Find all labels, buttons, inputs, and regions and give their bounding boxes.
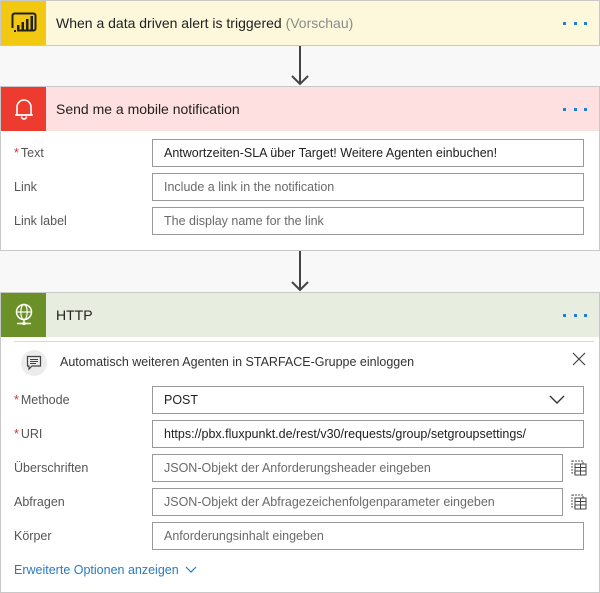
method-value: POST: [164, 393, 199, 407]
trigger-more-button[interactable]: [563, 15, 587, 31]
text-label: * Text: [14, 146, 44, 160]
flow-arrow-icon: [290, 46, 310, 86]
headers-field-row: Überschriften JSON-Objekt der Anforderun…: [1, 454, 599, 482]
uri-input[interactable]: https://pbx.fluxpunkt.de/rest/v30/reques…: [152, 420, 584, 448]
body-input[interactable]: Anforderungsinhalt eingeben: [152, 522, 584, 550]
queries-input[interactable]: JSON-Objekt der Abfragezeichenfolgenpara…: [152, 488, 563, 516]
queries-label: Abfragen: [14, 495, 65, 509]
switch-to-table-icon[interactable]: [571, 494, 587, 510]
power-bi-icon: [1, 1, 46, 45]
link-label-label: Link label: [14, 214, 67, 228]
link-field-row: Link Include a link in the notification: [1, 173, 599, 201]
advanced-options-label: Erweiterte Optionen anzeigen: [14, 563, 179, 577]
notification-card-header[interactable]: Send me a mobile notification: [1, 87, 599, 131]
http-card-header[interactable]: HTTP: [1, 293, 599, 337]
http-card: HTTP Automatisch weiteren Agenten in STA…: [0, 292, 600, 593]
notification-more-button[interactable]: [563, 101, 587, 117]
text-field-row: * Text Antwortzeiten-SLA über Target! Wei…: [1, 139, 599, 167]
http-title: HTTP: [56, 307, 93, 323]
preview-tag: (Vorschau): [285, 15, 354, 31]
link-label-input[interactable]: The display name for the link: [152, 207, 584, 235]
switch-to-table-icon[interactable]: [571, 460, 587, 476]
chevron-down-icon: [549, 395, 565, 404]
trigger-title-text: When a data driven alert is triggered: [56, 15, 282, 31]
link-label: Link: [14, 180, 37, 194]
method-label: * Methode: [14, 393, 70, 407]
comment-row: Automatisch weiteren Agenten in STARFACE…: [14, 341, 594, 381]
body-label: Körper: [14, 529, 52, 543]
link-label-field-row: Link label The display name for the link: [1, 207, 599, 235]
flow-arrow-icon: [290, 251, 310, 292]
link-input[interactable]: Include a link in the notification: [152, 173, 584, 201]
close-comment-icon[interactable]: [572, 352, 586, 366]
body-field-row: Körper Anforderungsinhalt eingeben: [1, 522, 599, 550]
comment-icon: [21, 350, 47, 376]
notification-card: Send me a mobile notification * Text Antw…: [0, 86, 600, 251]
method-select[interactable]: POST: [152, 386, 584, 414]
advanced-options-link[interactable]: Erweiterte Optionen anzeigen: [14, 563, 197, 577]
bell-icon: [1, 87, 46, 131]
trigger-title: When a data driven alert is triggered (V…: [56, 15, 353, 31]
queries-field-row: Abfragen JSON-Objekt der Abfragezeichenf…: [1, 488, 599, 516]
uri-label: * URI: [14, 427, 43, 441]
comment-text[interactable]: Automatisch weiteren Agenten in STARFACE…: [60, 355, 414, 369]
http-more-button[interactable]: [563, 307, 587, 323]
chevron-down-icon: [185, 566, 197, 573]
trigger-card-header[interactable]: When a data driven alert is triggered (V…: [1, 1, 599, 45]
headers-input[interactable]: JSON-Objekt der Anforderungsheader einge…: [152, 454, 563, 482]
method-field-row: * Methode POST: [1, 386, 599, 414]
notification-title: Send me a mobile notification: [56, 101, 240, 117]
trigger-card[interactable]: When a data driven alert is triggered (V…: [0, 0, 600, 46]
text-input[interactable]: Antwortzeiten-SLA über Target! Weitere A…: [152, 139, 584, 167]
globe-icon: [1, 293, 46, 337]
uri-field-row: * URI https://pbx.fluxpunkt.de/rest/v30/r…: [1, 420, 599, 448]
headers-label: Überschriften: [14, 461, 89, 475]
